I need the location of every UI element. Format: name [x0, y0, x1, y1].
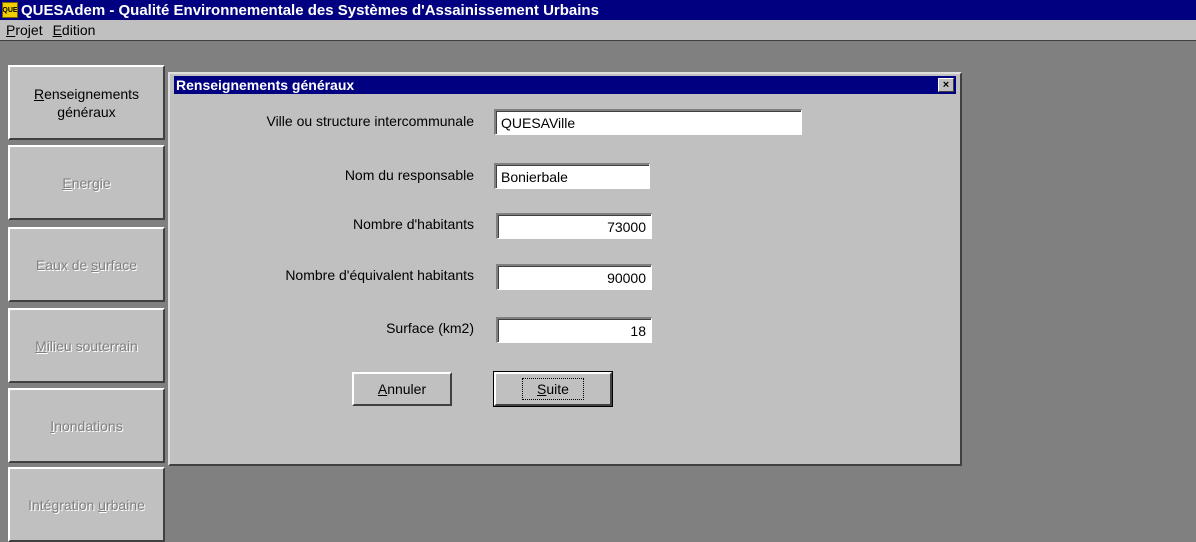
- sidebar-item-milieu-souterrain[interactable]: Milieu souterrain: [8, 308, 165, 383]
- sidebar-accel: R: [33, 85, 45, 102]
- sidebar-item-eaux-de-surface[interactable]: Eaux de surface: [8, 227, 165, 302]
- sidebar-accel: M: [35, 337, 47, 354]
- inhabitants-input[interactable]: [496, 213, 652, 239]
- sidebar-item-label: Intégration urbaine: [28, 496, 145, 514]
- surface-label: Surface (km2): [386, 320, 474, 336]
- equivalent-inhabitants-input[interactable]: [496, 264, 652, 290]
- manager-name-input[interactable]: [494, 163, 650, 189]
- sidebar-label-pre: Intégration: [28, 496, 99, 513]
- sidebar-label-line1: enseignements: [44, 85, 140, 102]
- sidebar-item-energie[interactable]: Energie: [8, 145, 165, 220]
- equivalent-inhabitants-label: Nombre d'équivalent habitants: [285, 267, 474, 283]
- manager-name-label: Nom du responsable: [344, 167, 474, 183]
- menu-bar: Projet Edition: [0, 20, 1196, 40]
- app-logo-icon: QUE: [2, 2, 18, 18]
- next-accel: S: [537, 381, 547, 397]
- city-label: Ville ou structure intercommunale: [266, 113, 474, 129]
- sidebar-accel: E: [62, 174, 72, 191]
- sidebar-label-post: urface: [98, 256, 138, 273]
- sidebar-item-label: Energie: [62, 174, 110, 192]
- menu-edition-label: dition: [61, 22, 96, 38]
- cancel-rest: nnuler: [387, 381, 427, 397]
- sidebar-label-pre: Eaux de: [35, 256, 92, 273]
- sidebar-item-label: Milieu souterrain: [35, 337, 138, 355]
- sidebar-label-line2: généraux: [57, 103, 116, 120]
- sidebar-accel: u: [98, 496, 106, 513]
- menu-projet-label: rojet: [15, 22, 43, 38]
- sidebar-label-post: nondations: [54, 417, 123, 434]
- cancel-accel: A: [377, 381, 388, 397]
- next-rest: uite: [546, 381, 569, 397]
- app-title: QUESAdem - Qualité Environnementale des …: [21, 1, 599, 19]
- sidebar-item-renseignements-generaux[interactable]: Renseignements généraux: [8, 65, 165, 140]
- dialog-title-bar[interactable]: Renseignements généraux ×: [174, 76, 956, 94]
- sidebar-label-post: rbaine: [105, 496, 145, 513]
- city-input[interactable]: [494, 109, 802, 135]
- dialog-title: Renseignements généraux: [176, 77, 355, 93]
- app-title-bar[interactable]: QUE QUESAdem - Qualité Environnementale …: [0, 0, 1196, 20]
- sidebar-item-label: Eaux de surface: [36, 256, 137, 274]
- next-button[interactable]: Suite: [493, 371, 613, 407]
- menu-edition[interactable]: Edition: [48, 22, 101, 38]
- sidebar-label-post: ilieu souterrain: [46, 337, 138, 354]
- inhabitants-label: Nombre d'habitants: [353, 216, 474, 232]
- sidebar-item-integration-urbaine[interactable]: Intégration urbaine: [8, 467, 165, 542]
- app-logo-text: QUE: [2, 6, 18, 14]
- next-button-label: Suite: [522, 378, 584, 400]
- cancel-button[interactable]: Annuler: [352, 372, 452, 406]
- menu-projet-accel: P: [6, 22, 16, 38]
- sidebar-item-label: Renseignements généraux: [34, 85, 139, 121]
- general-info-dialog: Renseignements généraux × Ville ou struc…: [168, 72, 962, 466]
- sidebar-item-inondations[interactable]: Inondations: [8, 388, 165, 463]
- cancel-button-label: Annuler: [378, 381, 426, 397]
- menu-projet[interactable]: Projet: [0, 22, 48, 38]
- sidebar-label-post: nergie: [71, 174, 111, 191]
- sidebar-item-label: Inondations: [50, 417, 122, 435]
- close-icon[interactable]: ×: [938, 78, 954, 92]
- menu-edition-accel: E: [52, 22, 62, 38]
- surface-input[interactable]: [496, 317, 652, 343]
